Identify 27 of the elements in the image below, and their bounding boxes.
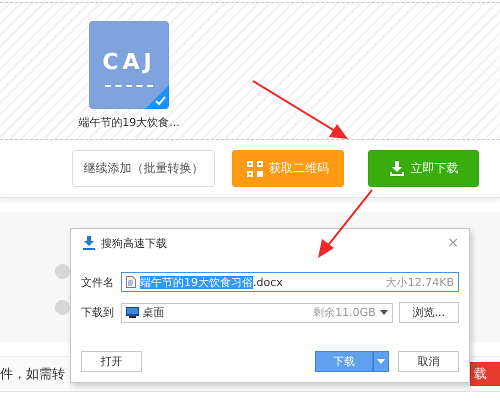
file-type-label: CAJ	[102, 50, 156, 74]
download-button[interactable]: 载	[470, 362, 500, 386]
dropdown-button[interactable]	[373, 351, 389, 372]
open-button[interactable]: 打开	[81, 351, 142, 372]
document-icon	[126, 276, 136, 288]
cancel-button[interactable]: 取消	[398, 351, 459, 372]
download-icon	[388, 160, 404, 176]
notice-text: 件，如需转	[0, 366, 65, 383]
file-name-value: 端午节的19大饮食习俗.docx	[140, 274, 283, 290]
dialog-title: 搜狗高速下载	[101, 236, 167, 250]
caret-icon	[377, 359, 385, 364]
file-size: 大小12.74KB	[386, 274, 454, 290]
action-button[interactable]: 继续添加（批量转换）	[72, 150, 215, 187]
destination-value: 桌面	[142, 305, 165, 320]
field-label: 文件名	[81, 274, 115, 290]
destination-dropdown[interactable]: 桌面 剩余11.0GB	[120, 302, 393, 322]
browse-button[interactable]: 浏览...	[398, 302, 459, 323]
monitor-icon	[126, 307, 139, 318]
caret-icon	[380, 310, 388, 315]
field-label: 下载到	[81, 305, 115, 320]
download-icon	[83, 236, 95, 250]
radio-button[interactable]	[55, 264, 70, 279]
file-name: 端午节的19大饮食...	[78, 115, 180, 130]
file-name-field[interactable]: 端午节的19大饮食习俗.docx 大小12.74KB	[121, 272, 459, 292]
radio-button[interactable]	[55, 300, 70, 315]
qr-code-icon	[247, 160, 263, 176]
free-space: 剩余11.0GB	[313, 305, 376, 320]
